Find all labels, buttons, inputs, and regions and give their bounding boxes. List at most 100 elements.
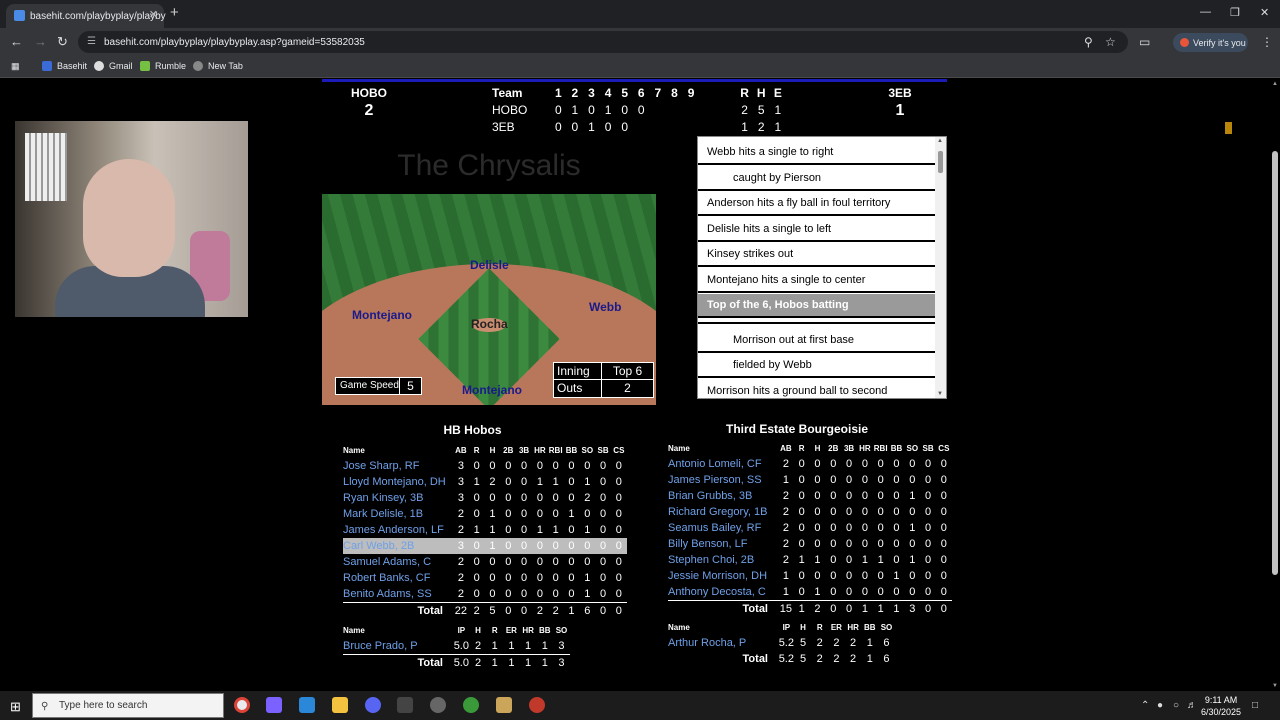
- page-scroll-up-icon[interactable]: ▲: [1272, 81, 1278, 87]
- stat-cell: 1: [568, 508, 575, 520]
- stat-cell: 1: [584, 476, 591, 488]
- microphone-icon[interactable]: ●: [1157, 700, 1163, 711]
- scroll-up-icon[interactable]: ▲: [937, 138, 943, 144]
- bookmark-basehit[interactable]: Basehit: [42, 61, 87, 71]
- player-link[interactable]: Jessie Morrison, DH: [668, 568, 778, 584]
- player-link[interactable]: Richard Gregory, 1B: [668, 504, 778, 520]
- stat-cell: 0: [600, 588, 607, 600]
- player-link[interactable]: Lloyd Montejano, DH: [343, 474, 453, 490]
- bookmark-gmail[interactable]: Gmail: [94, 61, 133, 71]
- stat-cell: 1: [798, 554, 805, 566]
- batter-row: Jessie Morrison, DH 1 0 0 0 0 0 0 1 0 0 0: [668, 568, 952, 584]
- volume-icon[interactable]: ♬: [1187, 700, 1197, 711]
- new-tab-button[interactable]: +: [170, 4, 179, 21]
- player-link[interactable]: Carl Webb, 2B: [343, 538, 453, 554]
- site-info-icon[interactable]: ☰: [87, 36, 96, 47]
- stat-cell: 0: [473, 540, 480, 552]
- page-scroll-thumb[interactable]: [1272, 151, 1278, 575]
- player-link[interactable]: James Anderson, LF: [343, 522, 453, 538]
- stat-cell: 0: [521, 460, 528, 472]
- scroll-down-icon[interactable]: ▼: [937, 391, 943, 397]
- stat-cell: 0: [909, 458, 916, 470]
- batter-row: Jose Sharp, RF 3 0 0 0 0 0 0 0 0 0 0: [343, 458, 627, 474]
- discord-icon[interactable]: [365, 697, 381, 713]
- page-scrollbar[interactable]: ▲ ▼: [1270, 79, 1280, 691]
- window-close-icon[interactable]: ✕: [1260, 6, 1269, 19]
- clock-time: 9:11 AM: [1204, 695, 1238, 705]
- browser-tab-strip: basehit.com/playbyplay/playby ✕ + — ❐ ✕: [0, 0, 1280, 28]
- zoom-icon[interactable]: ⚲: [1084, 35, 1093, 49]
- stat-cell: 0: [600, 556, 607, 568]
- player-link[interactable]: Robert Banks, CF: [343, 570, 453, 586]
- player-link[interactable]: Arthur Rocha, P: [668, 635, 778, 651]
- stat-cell: 0: [893, 506, 900, 518]
- file-explorer-icon[interactable]: [332, 697, 348, 713]
- apps-icon[interactable]: ▦: [11, 61, 20, 72]
- play-by-play-panel[interactable]: Webb hits a single to right caught by Pi…: [697, 136, 947, 399]
- stat-cell: 3: [457, 540, 464, 552]
- basehit-taskbar-icon[interactable]: [496, 697, 512, 713]
- chrome-icon[interactable]: [234, 697, 250, 713]
- player-link[interactable]: James Pierson, SS: [668, 472, 778, 488]
- home-team-name: Third Estate Bourgeoisie: [725, 422, 869, 436]
- browser-tab[interactable]: basehit.com/playbyplay/playby ✕: [6, 4, 166, 28]
- scroll-thumb[interactable]: [938, 151, 943, 173]
- stat-cell: 3: [457, 460, 464, 472]
- cast-icon[interactable]: ▭: [1139, 35, 1150, 49]
- back-icon[interactable]: ←: [10, 34, 23, 49]
- taskbar-search[interactable]: ⚲ Type here to search: [32, 693, 224, 718]
- app-green-icon[interactable]: [463, 697, 479, 713]
- player-link[interactable]: Bruce Prado, P: [343, 638, 453, 654]
- linescore-header: Team 1 2 3 4 5 6 7 8 9 R H E: [492, 86, 782, 100]
- store-icon[interactable]: [299, 697, 315, 713]
- stat-cell: 0: [846, 538, 853, 550]
- reload-icon[interactable]: ↻: [57, 34, 68, 50]
- bookmark-new-tab[interactable]: New Tab: [193, 61, 243, 71]
- stat-cell: 0: [846, 570, 853, 582]
- stat-cell: 0: [877, 490, 884, 502]
- player-link[interactable]: Antonio Lomeli, CF: [668, 456, 778, 472]
- player-link[interactable]: Jose Sharp, RF: [343, 458, 453, 474]
- player-link[interactable]: Mark Delisle, 1B: [343, 506, 453, 522]
- tray-chevron-icon[interactable]: ⌃: [1141, 700, 1149, 711]
- player-link[interactable]: Ryan Kinsey, 3B: [343, 490, 453, 506]
- obs-icon[interactable]: [430, 697, 446, 713]
- player-link[interactable]: Billy Benson, LF: [668, 536, 778, 552]
- restore-icon[interactable]: ❐: [1230, 6, 1240, 19]
- stat-cell: 0: [521, 588, 528, 600]
- network-icon[interactable]: ○: [1173, 700, 1179, 711]
- windows-start-icon[interactable]: ⊞: [10, 699, 21, 715]
- copilot-icon[interactable]: [266, 697, 282, 713]
- app-icon[interactable]: [397, 697, 413, 713]
- notification-icon[interactable]: □: [1252, 700, 1258, 711]
- bookmark-star-icon[interactable]: ☆: [1105, 35, 1116, 49]
- player-link[interactable]: Samuel Adams, C: [343, 554, 453, 570]
- stat-cell: 0: [521, 540, 528, 552]
- player-link[interactable]: Stephen Choi, 2B: [668, 552, 778, 568]
- forward-icon[interactable]: →: [34, 34, 47, 49]
- player-link[interactable]: Anthony Decosta, C: [668, 584, 778, 600]
- tab-title: basehit.com/playbyplay/playby: [30, 10, 166, 22]
- verify-profile-button[interactable]: Verify it's you: [1173, 33, 1248, 52]
- bookmark-rumble[interactable]: Rumble: [140, 61, 186, 71]
- page-scroll-down-icon[interactable]: ▼: [1272, 683, 1278, 689]
- tab-close-icon[interactable]: ✕: [149, 8, 158, 21]
- player-link[interactable]: Seamus Bailey, RF: [668, 520, 778, 536]
- stat-cell: 2: [457, 588, 464, 600]
- app-red-icon[interactable]: [529, 697, 545, 713]
- stat-cell: 0: [861, 538, 868, 550]
- browser-menu-icon[interactable]: ⋮: [1261, 35, 1273, 49]
- game-speed-control[interactable]: Game Speed 5: [335, 377, 422, 395]
- stat-cell: 0: [893, 586, 900, 598]
- address-bar[interactable]: ☰ basehit.com/playbyplay/playbyplay.asp?…: [78, 31, 1128, 53]
- taskbar-clock[interactable]: 9:11 AM 6/30/2025: [1201, 694, 1241, 718]
- batter-row: Billy Benson, LF 2 0 0 0 0 0 0 0 0 0 0: [668, 536, 952, 552]
- play-by-play-scrollbar[interactable]: ▲ ▼: [935, 137, 946, 398]
- minimize-icon[interactable]: —: [1200, 6, 1211, 18]
- player-link[interactable]: Brian Grubbs, 3B: [668, 488, 778, 504]
- player-link[interactable]: Benito Adams, SS: [343, 586, 453, 602]
- extension-icon[interactable]: [1225, 122, 1232, 134]
- stat-cell: 0: [925, 538, 932, 550]
- pitching-total-row: Total 5.0 2 1 1 1 1 3: [343, 654, 570, 670]
- batter-row: Antonio Lomeli, CF 2 0 0 0 0 0 0 0 0 0 0: [668, 456, 952, 472]
